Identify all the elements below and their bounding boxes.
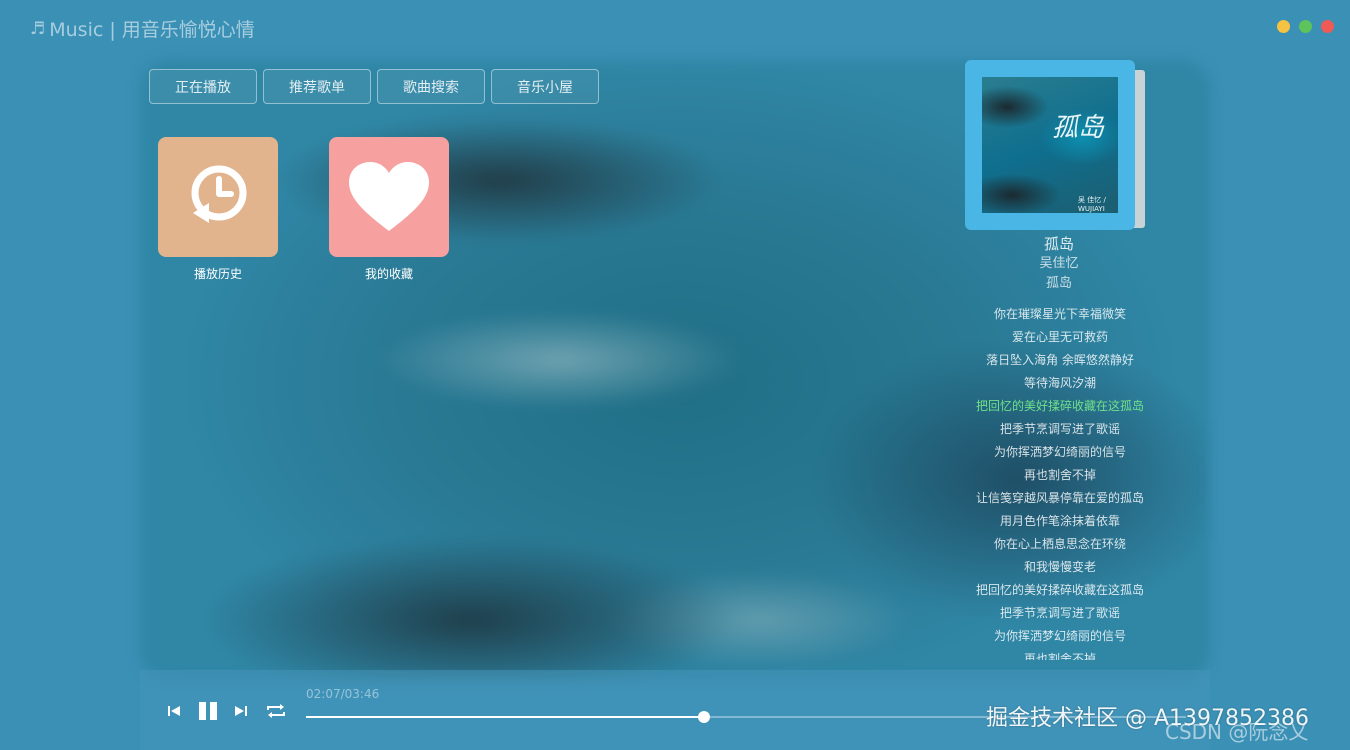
repeat-icon (267, 704, 285, 718)
lyric-line: 为你挥洒梦幻绮丽的信号 (993, 629, 1126, 643)
lyrics-panel: 你在璀璨星光下幸福微笑 爱在心里无可救药 落日坠入海角 余晖悠然静好 等待海风汐… (940, 303, 1180, 660)
nav-tabs: 正在播放 推荐歌单 歌曲搜索 音乐小屋 (149, 69, 599, 104)
next-icon (235, 706, 247, 716)
lyric-line: 你在璀璨星光下幸福微笑 (993, 307, 1126, 321)
pause-button[interactable] (196, 699, 220, 723)
title-bar: ♬ Music | 用音乐愉悦心情 (0, 0, 1350, 56)
song-title: 孤岛 (1043, 235, 1074, 253)
repeat-button[interactable] (264, 701, 288, 721)
cover-title-text: 孤岛 (1052, 113, 1105, 143)
heart-icon (349, 162, 429, 231)
play-history-tile[interactable]: 播放历史 (158, 137, 278, 282)
progress-fill (306, 716, 704, 718)
lyric-line: 再也割舍不掉 (1023, 652, 1096, 660)
app-title: ♬ Music | 用音乐愉悦心情 (30, 15, 255, 42)
lyric-line: 等待海风汐潮 (1023, 376, 1096, 390)
lyric-line: 让信笺穿越风暴停靠在爱的孤岛 (975, 491, 1144, 505)
time-display: 02:07/03:46 (306, 687, 380, 701)
lyric-line-active: 把回忆的美好揉碎收藏在这孤岛 (975, 399, 1144, 413)
lyric-line: 爱在心里无可救药 (1011, 330, 1108, 344)
favorites-card[interactable] (329, 137, 449, 257)
lyric-line: 你在心上栖息思念在环绕 (993, 537, 1126, 551)
lyric-line: 把季节烹调写进了歌谣 (999, 606, 1120, 620)
lyric-line: 再也割舍不掉 (1023, 468, 1096, 482)
maximize-button[interactable] (1299, 20, 1312, 33)
lyric-line: 把回忆的美好揉碎收藏在这孤岛 (975, 583, 1144, 597)
lyric-line: 落日坠入海角 余晖悠然静好 (986, 353, 1134, 367)
close-button[interactable] (1321, 20, 1334, 33)
previous-button[interactable] (166, 703, 182, 719)
tab-song-search[interactable]: 歌曲搜索 (377, 69, 485, 104)
cover-art: 孤岛 吴 佳忆 / WUJIAYI (982, 77, 1118, 213)
play-history-label: 播放历史 (193, 267, 242, 281)
cover-artist-text: 吴 佳忆 / WUJIAYI (1078, 196, 1106, 213)
tab-music-house[interactable]: 音乐小屋 (491, 69, 599, 104)
song-artist: 吴佳忆 (1039, 256, 1079, 271)
song-album: 孤岛 (1045, 276, 1072, 291)
watermark-csdn: CSDN @阮念乂 (1165, 720, 1309, 744)
lyric-line: 用月色作笔涂抹着依靠 (999, 514, 1120, 528)
lyric-line: 把季节烹调写进了歌谣 (999, 422, 1120, 436)
song-info: 孤岛 吴佳忆 孤岛 (959, 234, 1159, 294)
minimize-button[interactable] (1277, 20, 1290, 33)
music-note-icon: ♬ (30, 18, 46, 39)
play-history-card[interactable] (158, 137, 278, 257)
favorites-tile[interactable]: 我的收藏 (329, 137, 449, 282)
album-cover: 孤岛 吴 佳忆 / WUJIAYI (965, 60, 1155, 230)
library-tiles: 播放历史 我的收藏 (158, 137, 449, 282)
tab-now-playing[interactable]: 正在播放 (149, 69, 257, 104)
favorites-label: 我的收藏 (364, 267, 413, 281)
cover-frame: 孤岛 吴 佳忆 / WUJIAYI (965, 60, 1135, 230)
lyric-line: 和我慢慢变老 (1023, 560, 1096, 574)
pause-icon (199, 702, 217, 720)
lyric-line: 为你挥洒梦幻绮丽的信号 (993, 445, 1126, 459)
history-clock-icon (191, 165, 247, 223)
window-controls (1277, 20, 1334, 33)
progress-knob[interactable] (697, 711, 710, 723)
previous-icon (168, 706, 180, 716)
app-title-text: Music | 用音乐愉悦心情 (49, 19, 255, 41)
next-button[interactable] (233, 703, 249, 719)
tab-recommended-playlists[interactable]: 推荐歌单 (263, 69, 371, 104)
